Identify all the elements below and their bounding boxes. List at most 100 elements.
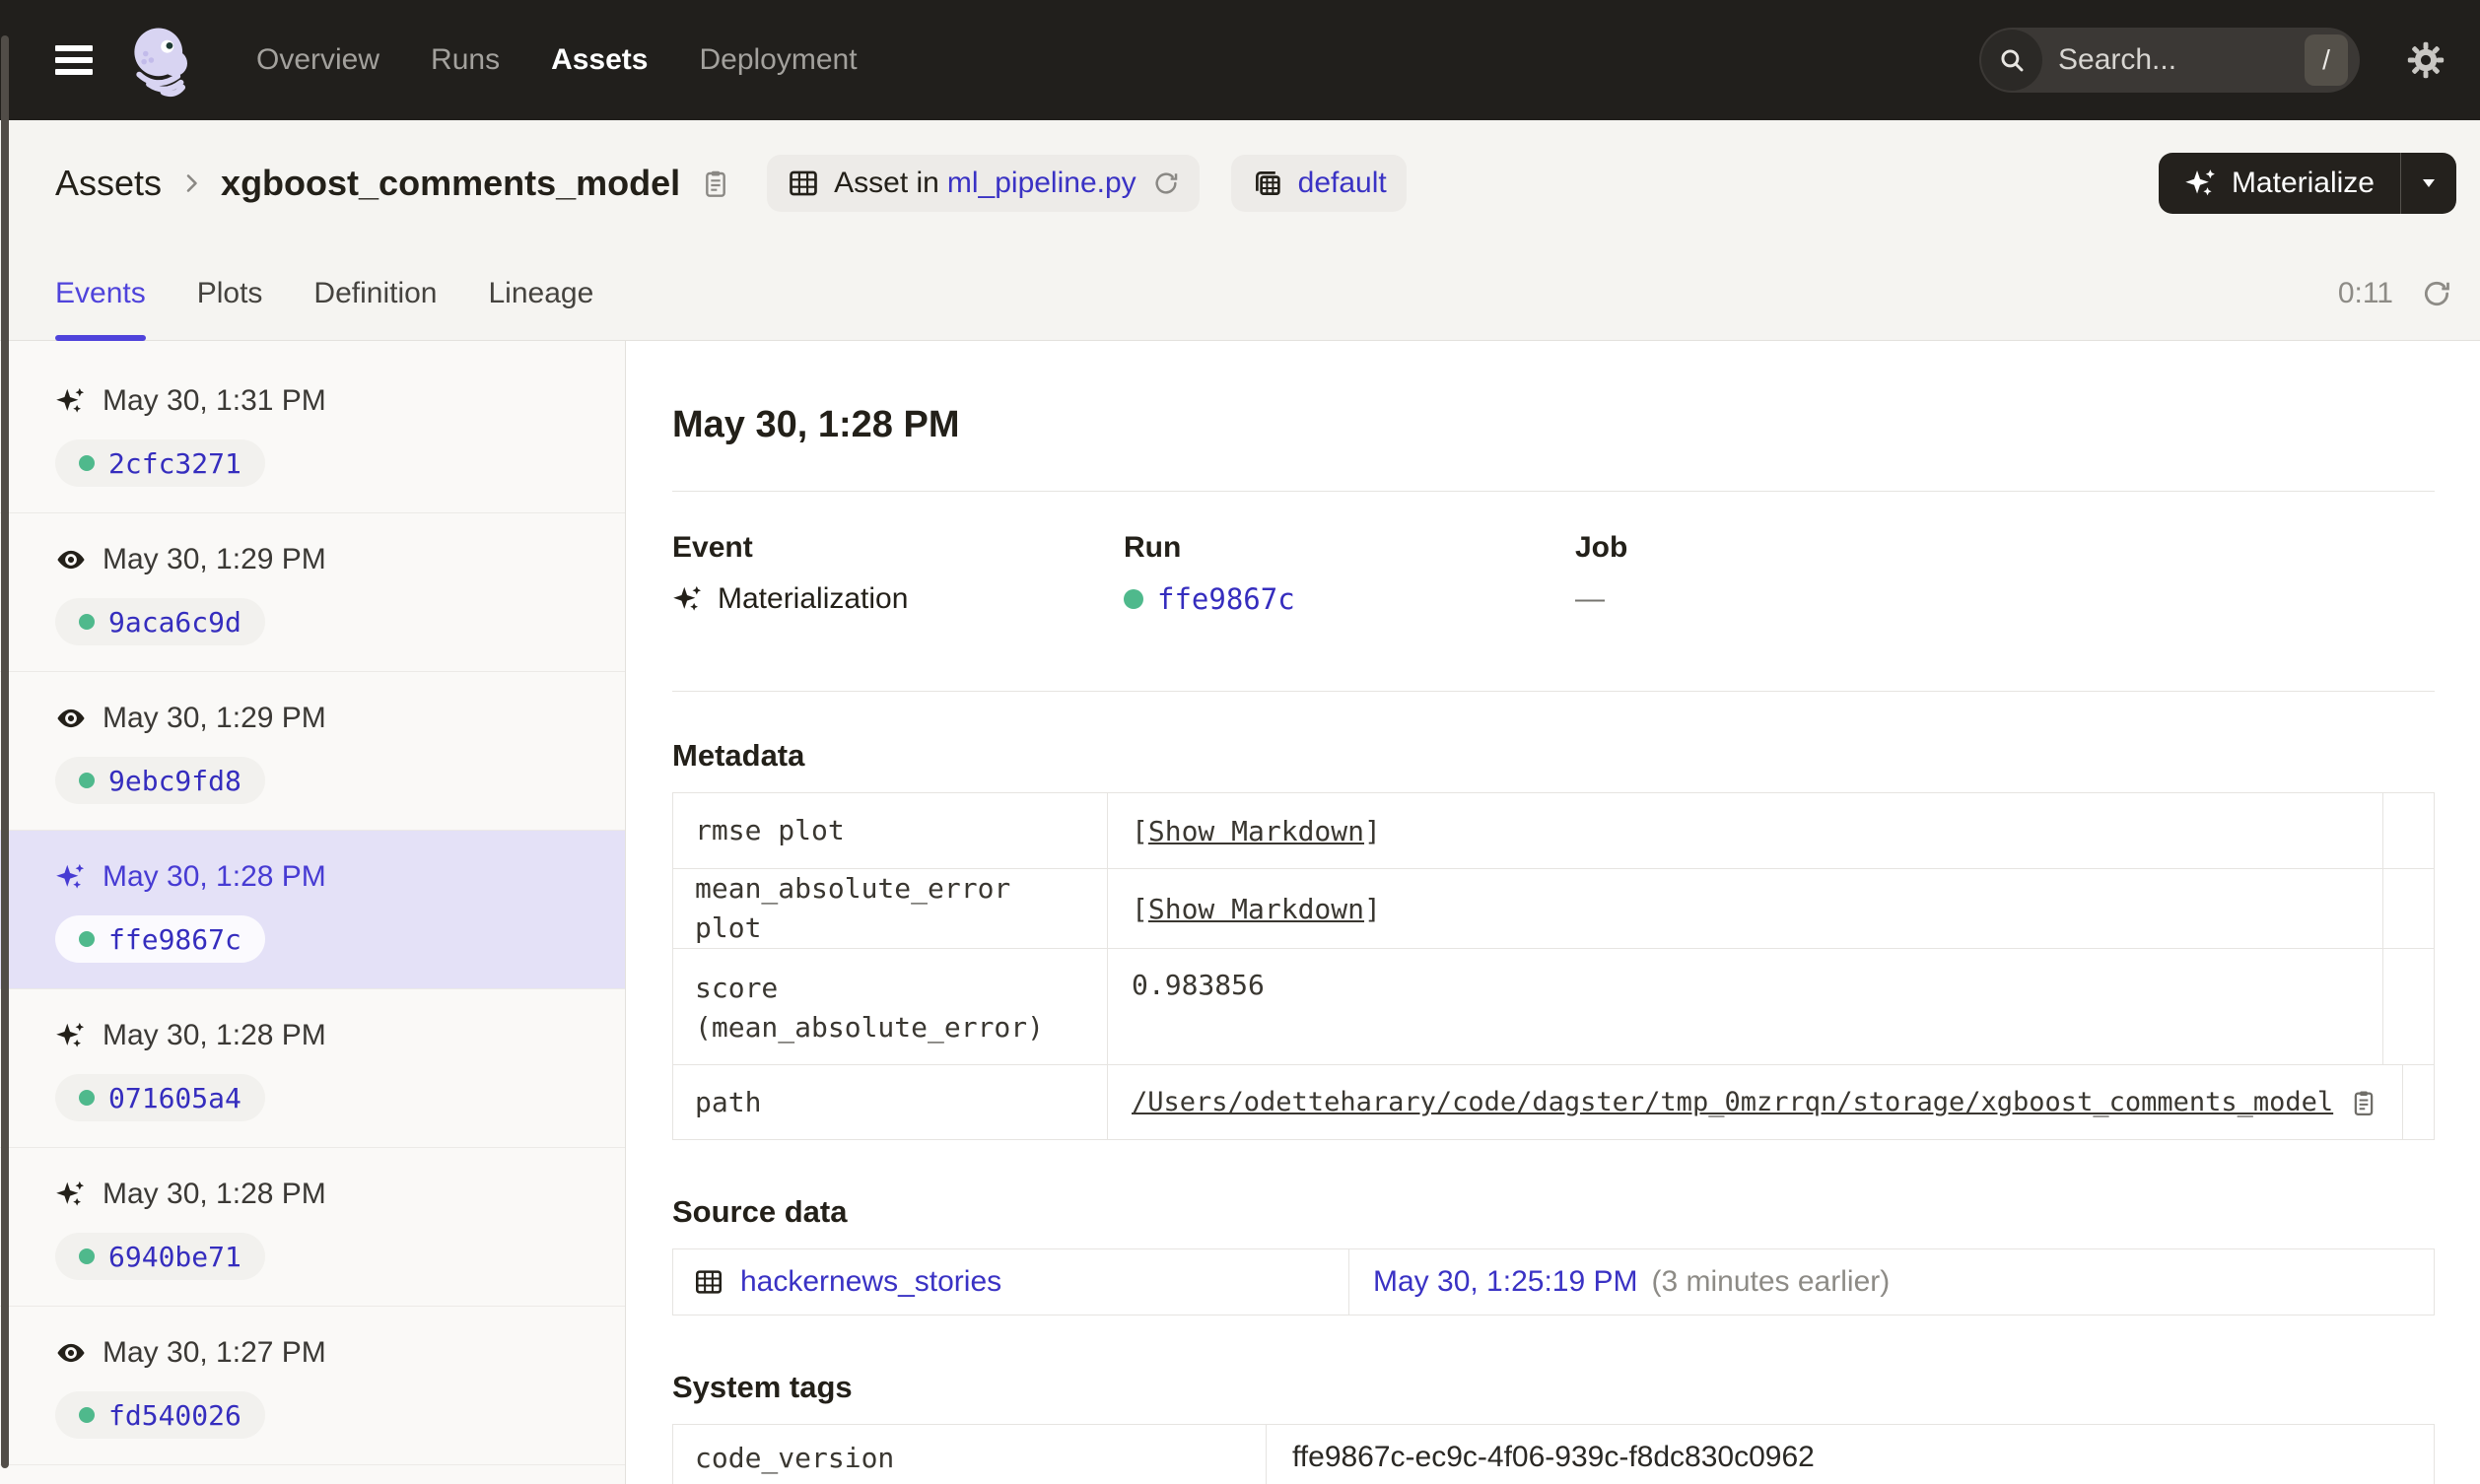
event-column: Event Materialization — [672, 529, 1124, 618]
event-time: May 30, 1:27 PM — [103, 1336, 326, 1369]
tag-key: code_version — [695, 1441, 895, 1474]
menu-icon[interactable] — [55, 45, 93, 75]
metadata-extra-cell — [2382, 949, 2434, 1064]
event-time: May 30, 1:31 PM — [103, 384, 326, 417]
materialization-icon — [55, 1020, 87, 1051]
show-markdown-link[interactable]: [Show Markdown] — [1132, 815, 1381, 847]
run-status-dot — [1124, 589, 1143, 609]
asset-location-badge[interactable]: Asset in ml_pipeline.py — [767, 155, 1200, 212]
divider — [672, 691, 2435, 692]
run-id-link[interactable]: ffe9867c — [108, 923, 241, 956]
run-id-link[interactable]: 2cfc3271 — [108, 447, 241, 480]
run-pill[interactable]: ffe9867c — [55, 915, 265, 963]
event-summary: Event Materialization Run ffe9867c Job — — [672, 529, 2435, 618]
nav-runs[interactable]: Runs — [431, 43, 500, 77]
tab-plots[interactable]: Plots — [197, 246, 263, 340]
breadcrumb-assets-link[interactable]: Assets — [55, 163, 162, 204]
run-status-dot — [79, 1248, 95, 1264]
asset-group-badge[interactable]: default — [1230, 155, 1407, 212]
run-pill[interactable]: 2cfc3271 — [55, 439, 265, 487]
search-icon — [1981, 30, 2042, 91]
event-list-item-1[interactable]: May 30, 1:31 PM 2cfc3271 — [0, 355, 625, 513]
copy-asset-name-icon[interactable] — [700, 168, 731, 199]
event-detail-panel: May 30, 1:28 PM Event Materialization Ru… — [626, 341, 2480, 1484]
asset-group-icon — [1251, 167, 1284, 200]
run-column: Run ffe9867c — [1124, 529, 1575, 618]
metadata-key: mean_absolute_error plot — [695, 872, 1011, 944]
run-pill[interactable]: fd540026 — [55, 1391, 265, 1439]
refresh-icon[interactable] — [2421, 278, 2452, 309]
show-markdown-link[interactable]: [Show Markdown] — [1132, 893, 1381, 925]
settings-gear-icon[interactable] — [2405, 39, 2446, 81]
storage-path-link[interactable]: /Users/odetteharary/code/dagster/tmp_0mz… — [1132, 1087, 2333, 1117]
source-timestamp-link[interactable]: May 30, 1:25:19 PM — [1373, 1265, 1637, 1299]
run-pill[interactable]: 071605a4 — [55, 1074, 265, 1121]
source-data-table: hackernews_stories May 30, 1:25:19 PM (3… — [672, 1248, 2435, 1315]
metadata-key: rmse plot — [695, 814, 845, 846]
tag-value: ffe9867c-ec9c-4f06-939c-f8dc830c0962 — [1266, 1425, 2434, 1484]
run-pill[interactable]: 9ebc9fd8 — [55, 757, 265, 804]
system-tags-table: code_version ffe9867c-ec9c-4f06-939c-f8d… — [672, 1424, 2435, 1484]
nav-assets[interactable]: Assets — [551, 43, 648, 77]
metadata-extra-cell — [2382, 869, 2434, 948]
materialize-dropdown-button[interactable] — [2401, 153, 2456, 214]
metadata-row-path: path /Users/odetteharary/code/dagster/tm… — [673, 1064, 2434, 1139]
job-label: Job — [1575, 531, 1628, 564]
event-list-item-7[interactable]: May 30, 1:27 PM fd540026 — [0, 1307, 625, 1465]
breadcrumb: Assets xgboost_comments_model Asset in m… — [0, 120, 2480, 246]
nav-right: / — [1979, 28, 2446, 93]
tab-events[interactable]: Events — [55, 246, 146, 341]
event-list-item-3[interactable]: May 30, 1:29 PM 9ebc9fd8 — [0, 672, 625, 831]
primary-nav: Overview Runs Assets Deployment — [256, 43, 858, 77]
event-list-item-2[interactable]: May 30, 1:29 PM 9aca6c9d — [0, 513, 625, 672]
content-area: May 30, 1:31 PM 2cfc3271 May 30, 1:29 PM… — [0, 341, 2480, 1484]
run-pill[interactable]: 9aca6c9d — [55, 598, 265, 645]
metadata-row-rmse-plot: rmse plot [Show Markdown] — [673, 793, 2434, 868]
run-status-dot — [79, 931, 95, 947]
asset-group-link[interactable]: default — [1298, 167, 1387, 200]
run-pill[interactable]: 6940be71 — [55, 1233, 265, 1280]
run-status-dot — [79, 1407, 95, 1423]
run-id-link[interactable]: 9aca6c9d — [108, 606, 241, 639]
reload-location-icon[interactable] — [1152, 169, 1180, 197]
top-nav: Overview Runs Assets Deployment / — [0, 0, 2480, 120]
vertical-scrollbar[interactable] — [1, 35, 9, 1468]
materialization-icon — [55, 1179, 87, 1210]
metadata-row-score: score (mean_absolute_error) 0.983856 — [673, 948, 2434, 1064]
nav-overview[interactable]: Overview — [256, 43, 379, 77]
event-list-sidebar: May 30, 1:31 PM 2cfc3271 May 30, 1:29 PM… — [0, 341, 626, 1484]
search-input[interactable] — [2042, 43, 2305, 77]
job-column: Job — — [1575, 529, 2027, 618]
metadata-extra-cell — [2402, 1065, 2453, 1139]
materialize-button[interactable]: Materialize — [2159, 153, 2400, 214]
run-id-link[interactable]: 9ebc9fd8 — [108, 765, 241, 797]
page-title: xgboost_comments_model — [221, 163, 681, 203]
run-id-link[interactable]: fd540026 — [108, 1399, 241, 1432]
tab-lineage[interactable]: Lineage — [489, 246, 594, 340]
event-detail-title: May 30, 1:28 PM — [672, 404, 960, 445]
observation-icon — [55, 544, 87, 575]
dagster-logo[interactable] — [122, 21, 201, 100]
job-value: — — [1575, 582, 1605, 615]
run-id-link[interactable]: 6940be71 — [108, 1241, 241, 1273]
event-list-item-4-selected[interactable]: May 30, 1:28 PM ffe9867c — [0, 831, 625, 989]
run-link[interactable]: ffe9867c — [1157, 580, 1295, 618]
dagster-asset-page: Overview Runs Assets Deployment / Assets… — [0, 0, 2480, 1484]
event-list-item-5[interactable]: May 30, 1:28 PM 071605a4 — [0, 989, 625, 1148]
asset-table-icon — [787, 167, 820, 200]
metadata-score-value: 0.983856 — [1107, 949, 2382, 1064]
run-label: Run — [1124, 531, 1182, 564]
source-asset-link[interactable]: hackernews_stories — [740, 1265, 1001, 1299]
asset-file-link[interactable]: ml_pipeline.py — [947, 167, 1137, 200]
copy-path-icon[interactable] — [2349, 1088, 2378, 1117]
refresh-timer: 0:11 — [2337, 276, 2393, 309]
event-time: May 30, 1:28 PM — [103, 1019, 326, 1051]
search-box[interactable]: / — [1979, 28, 2360, 93]
nav-deployment[interactable]: Deployment — [699, 43, 857, 77]
divider — [672, 491, 2435, 492]
tab-definition[interactable]: Definition — [313, 246, 437, 340]
run-id-link[interactable]: 071605a4 — [108, 1082, 241, 1114]
event-list-item-6[interactable]: May 30, 1:28 PM 6940be71 — [0, 1148, 625, 1307]
event-time: May 30, 1:29 PM — [103, 543, 326, 575]
metadata-extra-cell — [2382, 793, 2434, 868]
